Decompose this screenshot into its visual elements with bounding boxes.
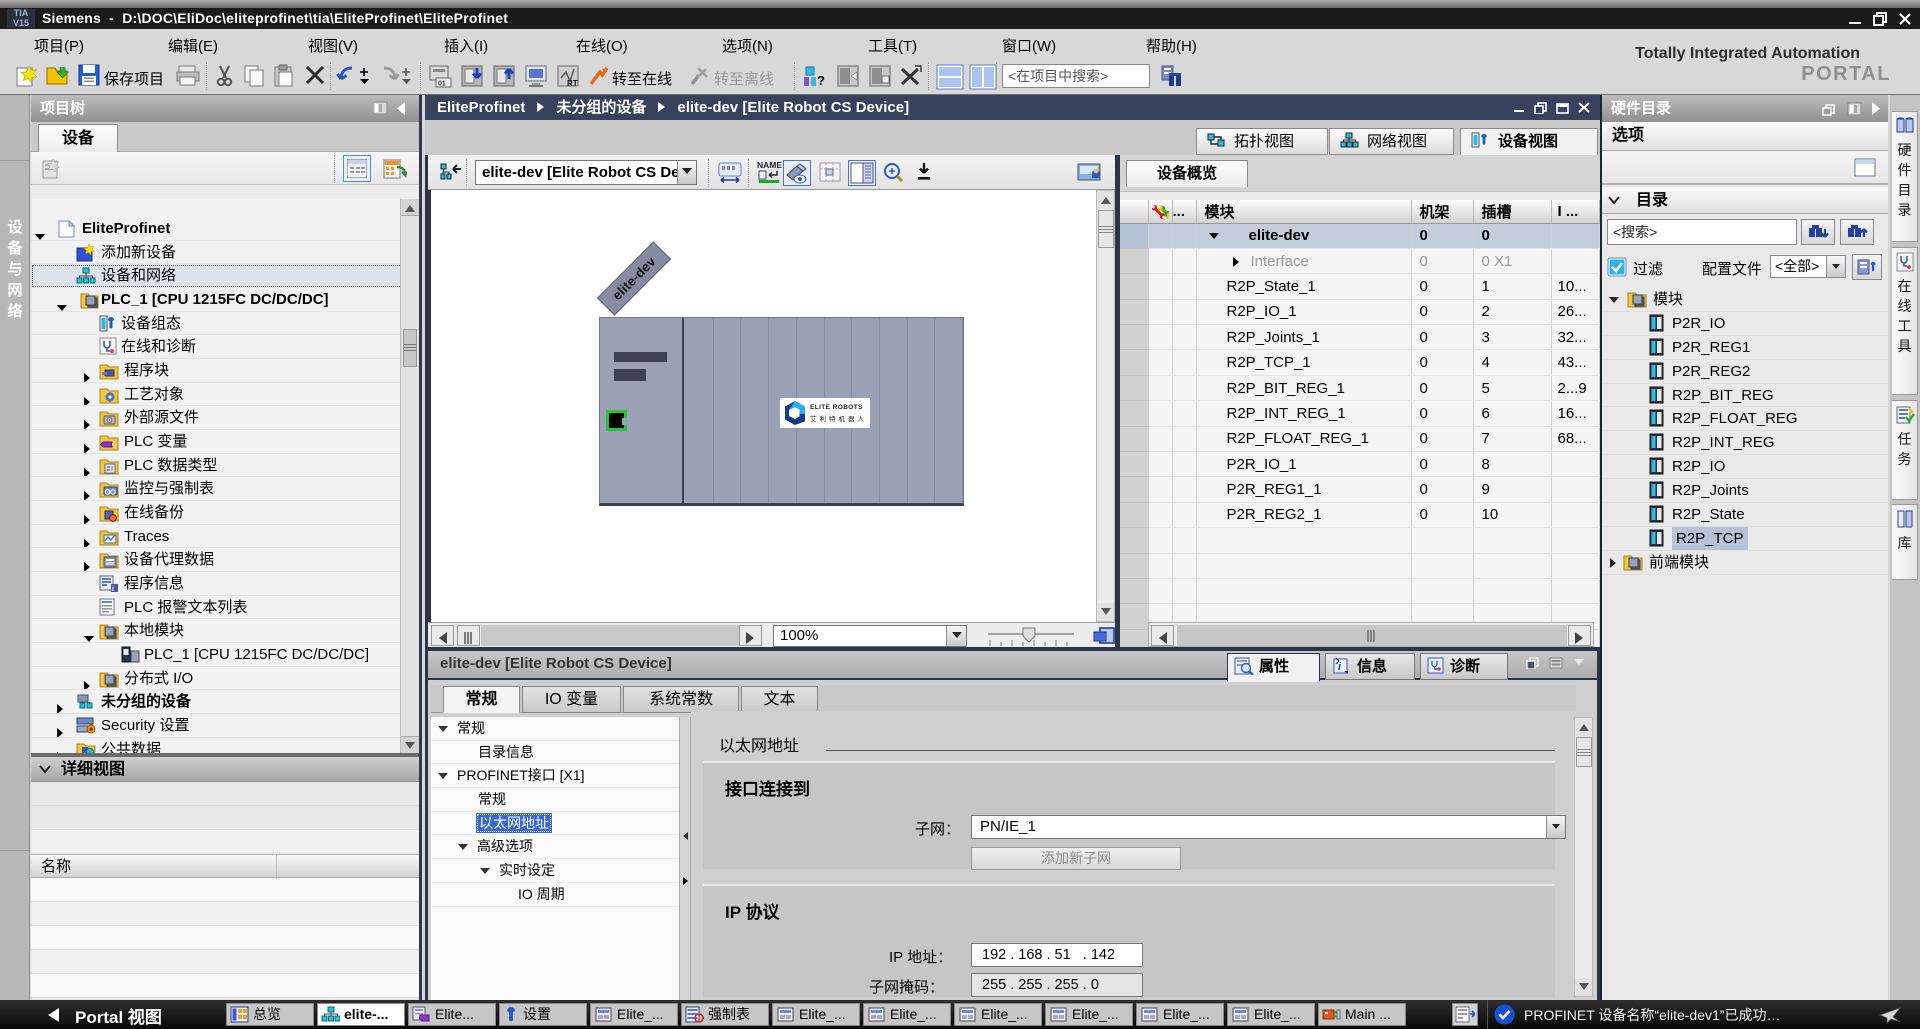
svg-text:01: 01 — [438, 81, 446, 88]
svg-text:RT: RT — [567, 79, 578, 88]
svg-text:?: ? — [817, 73, 825, 88]
svg-text:i: i — [112, 586, 114, 593]
svg-text:NAME: NAME — [757, 160, 782, 170]
